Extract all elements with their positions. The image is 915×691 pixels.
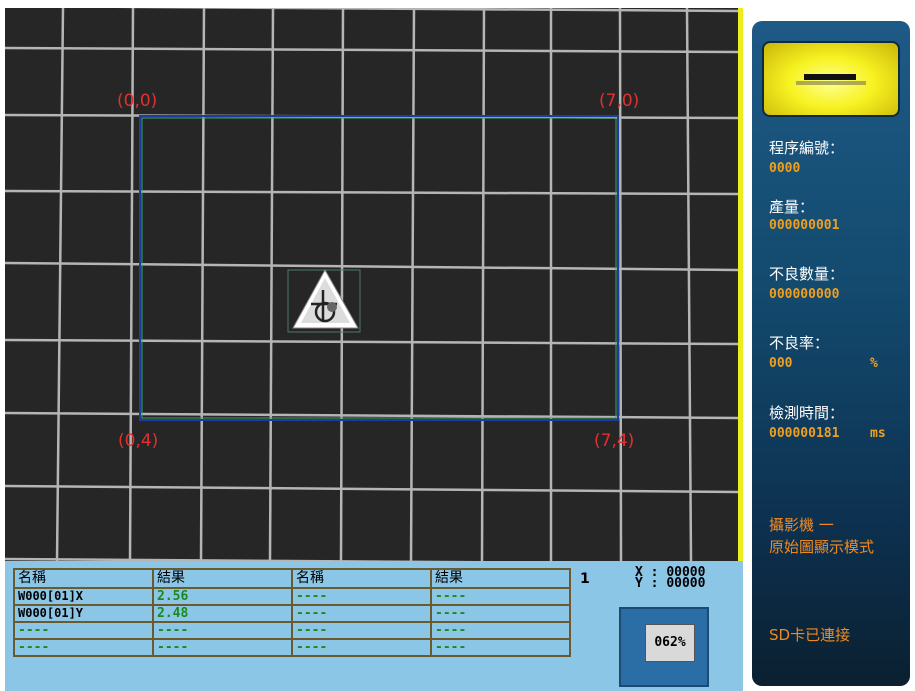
cursor-coordinates: X : 00000 Y : 00000 [635, 566, 706, 591]
result-value: 2.48 [152, 604, 293, 623]
table-row[interactable]: ---- ---- ---- ---- [13, 638, 571, 657]
corner-label-top-left: (0,0) [117, 91, 158, 111]
y-label: Y : [635, 576, 659, 591]
output-label: 產量： [769, 198, 815, 216]
result-name: ---- [291, 621, 432, 640]
defect-count-value: 000000000 [769, 287, 840, 302]
camera-logo-icon[interactable] [762, 41, 900, 117]
result-name: ---- [13, 638, 154, 657]
corner-label-top-right: (7,0) [599, 91, 640, 111]
page-number: 1 [580, 571, 590, 587]
defect-count-label: 不良數量： [769, 265, 845, 283]
program-number-value: 0000 [769, 161, 801, 176]
sd-card-status: SD卡已連接 [769, 626, 851, 644]
result-value: ---- [430, 587, 571, 606]
column-header: 名稱 [291, 568, 432, 589]
result-value: ---- [152, 621, 293, 640]
camera-name: 攝影機 一 [769, 516, 834, 534]
result-name: ---- [291, 604, 432, 623]
corner-label-bottom-left: (0,4) [118, 431, 159, 451]
defect-rate-unit: % [870, 356, 878, 371]
table-row[interactable]: ---- ---- ---- ---- [13, 621, 571, 640]
camera-view[interactable]: (0,0) (7,0) (0,4) (7,4) [5, 8, 738, 561]
result-value: ---- [430, 638, 571, 657]
result-name: W000[01]X [13, 587, 154, 606]
view-divider [738, 8, 743, 561]
column-header: 名稱 [13, 568, 154, 589]
table-header-row: 名稱 結果 名稱 結果 [13, 568, 571, 589]
column-header: 結果 [430, 568, 571, 589]
y-value: 00000 [666, 576, 706, 591]
results-table: 名稱 結果 名稱 結果 W000[01]X 2.56 ---- ---- W00… [13, 568, 571, 657]
corner-label-bottom-right: (7,4) [594, 431, 635, 451]
display-mode: 原始圖顯示模式 [769, 538, 875, 556]
result-value: ---- [152, 638, 293, 657]
result-value: ---- [430, 604, 571, 623]
inspect-time-unit: ms [870, 426, 886, 441]
results-area: 名稱 結果 名稱 結果 W000[01]X 2.56 ---- ---- W00… [5, 561, 743, 691]
warning-triangle-icon [292, 268, 359, 329]
result-name: ---- [291, 638, 432, 657]
table-row[interactable]: W000[01]X 2.56 ---- ---- [13, 587, 571, 606]
inspect-time-value: 000000181 [769, 426, 840, 441]
defect-rate-label: 不良率： [769, 334, 830, 352]
result-name: ---- [291, 587, 432, 606]
result-value: ---- [430, 621, 571, 640]
table-row[interactable]: W000[01]Y 2.48 ---- ---- [13, 604, 571, 623]
program-number-label: 程序編號： [769, 139, 845, 157]
status-panel: 程序編號： 0000 產量： 000000001 不良數量： 000000000… [752, 21, 910, 686]
inspect-time-label: 檢測時間： [769, 404, 845, 422]
result-value: 2.56 [152, 587, 293, 606]
defect-rate-value: 000 [769, 356, 793, 371]
output-value: 000000001 [769, 218, 840, 233]
result-name: W000[01]Y [13, 604, 154, 623]
percent-display[interactable]: 062% [645, 624, 695, 662]
result-name: ---- [13, 621, 154, 640]
column-header: 結果 [152, 568, 293, 589]
progress-frame: 062% [619, 607, 709, 687]
